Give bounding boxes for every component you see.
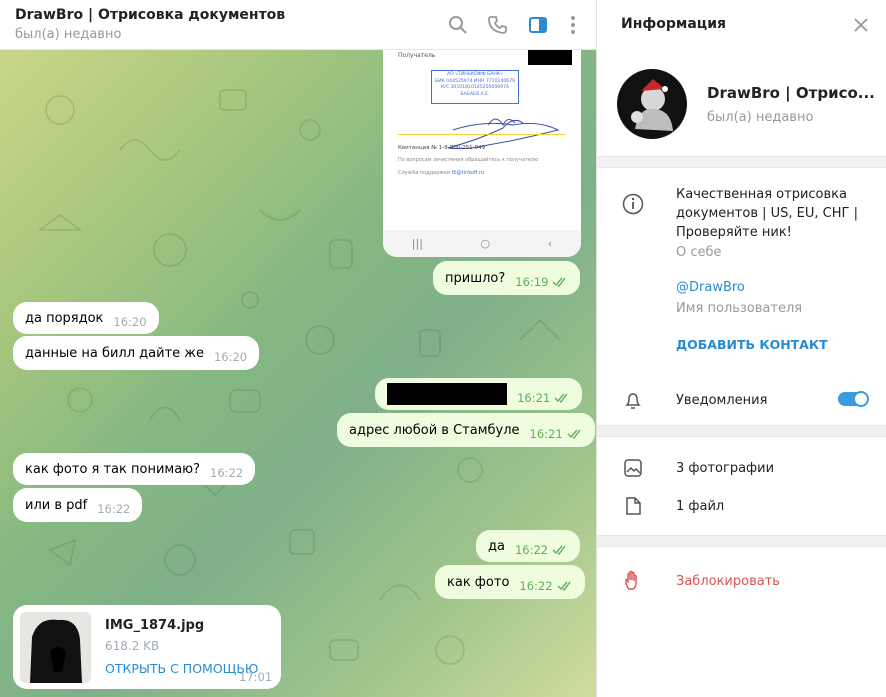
files-item[interactable]: 1 файл	[676, 499, 724, 514]
thumbnail-redacted	[30, 619, 82, 683]
message-bubble[interactable]: да порядок 16:20	[13, 302, 159, 334]
read-checks-icon	[567, 429, 581, 439]
username-label: Имя пользователя	[676, 301, 803, 316]
file-message[interactable]: IMG_1874.jpg 618.2 KB ОТКРЫТЬ С ПОМОЩЬЮ …	[13, 605, 281, 689]
section-separator	[597, 535, 886, 547]
message-time: 16:22	[97, 502, 131, 516]
telegram-window: DrawBro | Отрисовка документов был(а) не…	[0, 0, 886, 697]
close-icon[interactable]	[851, 15, 871, 35]
message-bubble[interactable]: адрес любой в Стамбуле 16:21	[337, 413, 595, 447]
info-panel: Информация DrawBro | Отрисо... был(а) не…	[597, 0, 886, 697]
message-text: данные на билл дайте же	[25, 345, 204, 361]
message-text: да порядок	[25, 310, 104, 326]
message-text: или в pdf	[25, 497, 88, 513]
recipient-label: Получатель	[398, 52, 436, 59]
help-line: По вопросам зачисления обращайтесь к пол…	[398, 157, 539, 163]
block-button[interactable]: Заблокировать	[676, 574, 780, 589]
redacted-block	[528, 50, 572, 65]
add-contact-button[interactable]: ДОБАВИТЬ КОНТАКТ	[676, 337, 828, 352]
about-line: Проверяйте ник!	[676, 225, 792, 240]
receipt-image[interactable]: Получатель АО «ТИНЬКОФФ БАНК» БИК 044525…	[383, 50, 581, 257]
message-text: пришло?	[445, 270, 506, 286]
profile-status: был(а) недавно	[707, 110, 814, 125]
chat-header[interactable]: DrawBro | Отрисовка документов был(а) не…	[0, 0, 596, 50]
read-checks-icon	[552, 545, 566, 555]
read-checks-icon	[552, 277, 566, 287]
info-icon	[622, 193, 644, 215]
section-separator	[597, 425, 886, 437]
photos-icon	[622, 457, 644, 479]
message-bubble[interactable]: или в pdf 16:22	[13, 488, 143, 522]
message-text: как фото	[447, 574, 510, 590]
message-time: 16:19	[515, 275, 549, 289]
message-time: 16:22	[210, 466, 244, 480]
message-bubble[interactable]: данные на билл дайте же 16:20	[13, 336, 260, 370]
file-icon	[622, 495, 644, 517]
signature	[447, 118, 560, 150]
message-time: 16:22	[514, 543, 549, 557]
about-text[interactable]: Качественная отрисовка документов | US, …	[676, 185, 858, 242]
file-thumbnail[interactable]	[20, 612, 91, 683]
more-options-icon[interactable]	[561, 13, 585, 37]
message-time: 16:21	[529, 427, 563, 441]
chat-panel: DrawBro | Отрисовка документов был(а) не…	[0, 0, 596, 697]
sidebar-toggle-icon[interactable]	[526, 13, 550, 37]
message-text: как фото я так понимаю?	[25, 461, 201, 477]
photos-item[interactable]: 3 фотографии	[676, 461, 774, 476]
message-time: 16:22	[519, 579, 553, 593]
message-bubble[interactable]: как фото я так понимаю? 16:22	[13, 453, 256, 485]
support-email: fb@tinkoff.ru	[451, 170, 485, 176]
redacted-text	[387, 383, 508, 405]
notifications-label: Уведомления	[676, 393, 768, 408]
file-name: IMG_1874.jpg	[105, 618, 205, 633]
message-bubble[interactable]: как фото 16:22	[435, 565, 585, 599]
support-label: Служба поддержки	[398, 170, 451, 176]
username-link[interactable]: @DrawBro	[676, 280, 745, 295]
file-size: 618.2 KB	[105, 639, 160, 653]
info-title: Информация	[621, 16, 726, 32]
block-hand-icon	[622, 570, 644, 592]
receipt-number: Квитанция № 1-8-800-251-949	[398, 145, 486, 151]
message-time: 16:20	[113, 315, 147, 329]
message-bubble[interactable]: пришло? 16:19	[433, 261, 581, 295]
back-icon: ‹	[547, 237, 553, 250]
bell-icon	[622, 389, 644, 411]
home-icon: ○	[480, 237, 491, 250]
recent-apps-icon: |||	[411, 237, 423, 250]
section-separator	[597, 156, 886, 168]
about-line: документов | US, EU, СНГ |	[676, 206, 858, 221]
message-bubble[interactable]: 16:21	[375, 378, 582, 410]
read-checks-icon	[554, 393, 568, 403]
yellow-line	[398, 134, 566, 135]
message-bubble[interactable]: да 16:22	[476, 530, 581, 562]
message-time: 16:21	[517, 391, 551, 405]
message-time: 16:20	[213, 350, 248, 364]
search-icon[interactable]	[446, 13, 470, 37]
open-with-link[interactable]: ОТКРЫТЬ С ПОМОЩЬЮ	[105, 661, 258, 676]
chat-status: был(а) недавно	[15, 27, 122, 42]
phone-icon[interactable]	[486, 13, 510, 37]
phone-nav-bar: ||| ○ ‹	[383, 230, 581, 257]
message-text: да	[488, 538, 505, 554]
about-label: О себе	[676, 245, 722, 260]
message-text: адрес любой в Стамбуле	[349, 422, 520, 438]
toggle-knob	[853, 391, 869, 407]
notifications-toggle[interactable]	[838, 391, 869, 407]
avatar[interactable]	[617, 69, 687, 139]
about-line: Качественная отрисовка	[676, 187, 847, 202]
profile-name: DrawBro | Отрисо...	[707, 84, 875, 102]
message-time: 17:01	[239, 670, 273, 684]
read-checks-icon	[557, 581, 571, 591]
support-line: Служба поддержки fb@tinkoff.ru	[398, 170, 484, 176]
chat-title[interactable]: DrawBro | Отрисовка документов	[15, 7, 285, 23]
